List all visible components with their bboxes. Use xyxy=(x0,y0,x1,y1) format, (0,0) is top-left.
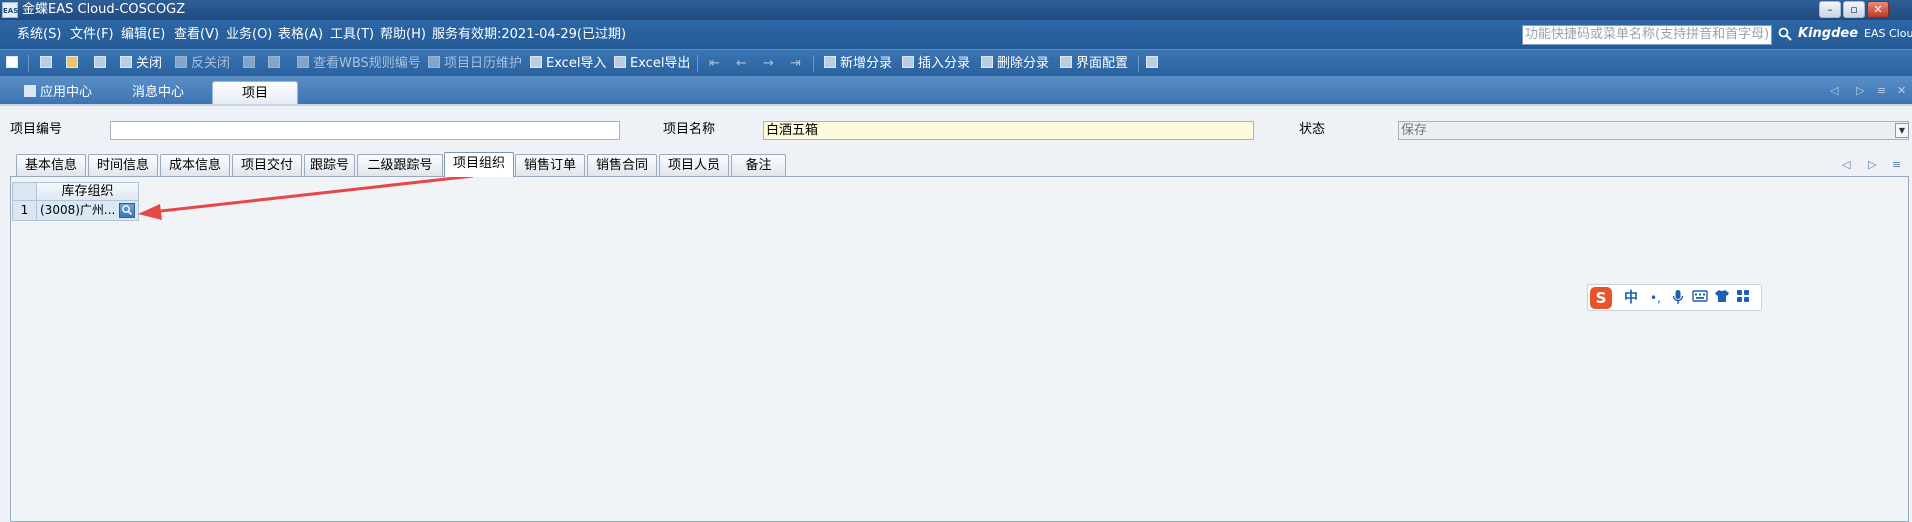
status-dropdown-button[interactable]: ▼ xyxy=(1895,123,1909,138)
tab-project[interactable]: 项目 xyxy=(212,81,298,104)
ime-punctuation-toggle[interactable]: •, xyxy=(1650,289,1661,307)
project-calendar-button[interactable]: 项目日历维护 xyxy=(428,55,522,72)
workspace-tabs: 应用中心 消息中心 项目 xyxy=(0,76,1912,106)
toolbar-separator xyxy=(1138,55,1139,72)
quick-search-input[interactable]: 功能快捷码或菜单名称(支持拼音和首字母) xyxy=(1522,25,1772,45)
subtab-cost-info[interactable]: 成本信息 xyxy=(160,154,230,176)
subtab-sales-order[interactable]: 销售订单 xyxy=(515,154,585,176)
status-label: 状态 xyxy=(1299,122,1326,137)
maximize-button[interactable]: ▫ xyxy=(1843,1,1865,18)
tab-close-icon[interactable]: ✕ xyxy=(1897,84,1906,97)
new-icon[interactable] xyxy=(6,55,22,72)
brand-name: Kingdee xyxy=(1798,26,1859,41)
excel-export-button[interactable]: Excel导出 xyxy=(614,55,690,72)
ime-mode-toggle[interactable]: 中 xyxy=(1624,289,1638,307)
open-icon[interactable] xyxy=(66,55,82,72)
subtab-project-personnel[interactable]: 项目人员 xyxy=(659,154,729,176)
prev-record-icon[interactable]: ← xyxy=(736,55,747,72)
project-name-label: 项目名称 xyxy=(663,122,716,137)
app-icon: EAS xyxy=(2,2,18,18)
window-title: 金蝶EAS Cloud-COSCOGZ xyxy=(22,2,186,17)
copy-icon[interactable] xyxy=(94,55,110,72)
subtab-project-delivery[interactable]: 项目交付 xyxy=(232,154,302,176)
subtab-tracking-number[interactable]: 跟踪号 xyxy=(304,154,355,176)
inventory-org-column-header[interactable]: 库存组织 xyxy=(37,182,139,201)
menu-table[interactable]: 表格(A) xyxy=(278,26,323,43)
project-organization-panel xyxy=(10,176,1909,522)
microphone-icon[interactable] xyxy=(1672,289,1684,310)
first-record-icon[interactable]: ⇤ xyxy=(709,55,720,72)
project-code-label: 项目编号 xyxy=(10,122,63,137)
toolbar-separator xyxy=(813,55,814,72)
search-icon[interactable] xyxy=(1778,27,1794,43)
menu-view[interactable]: 查看(V) xyxy=(174,26,219,43)
subtab-list-icon[interactable]: ≡ xyxy=(1892,158,1901,171)
toolbar-separator xyxy=(697,55,698,72)
add-entry-button[interactable]: 新增分录 xyxy=(824,55,892,72)
subtab-basic-info[interactable]: 基本信息 xyxy=(16,154,86,176)
insert-entry-button[interactable]: 插入分录 xyxy=(902,55,970,72)
menu-help[interactable]: 帮助(H) xyxy=(380,26,426,43)
subtab-project-organization[interactable]: 项目组织 xyxy=(444,152,514,177)
subtab-remarks[interactable]: 备注 xyxy=(731,154,786,176)
close-record-button[interactable]: 关闭 xyxy=(120,55,162,72)
next-record-icon[interactable]: → xyxy=(763,55,774,72)
tab-scroll-left-icon[interactable]: ◁ xyxy=(1830,84,1838,97)
status-field: 保存 xyxy=(1398,121,1909,140)
exit-icon[interactable] xyxy=(1146,55,1162,72)
delete-entry-button[interactable]: 删除分录 xyxy=(981,55,1049,72)
tab-scroll-right-icon[interactable]: ▷ xyxy=(1856,84,1864,97)
toolbar-separator xyxy=(28,55,29,72)
refresh-icon[interactable] xyxy=(243,55,259,72)
close-window-button[interactable]: ✕ xyxy=(1867,1,1889,18)
view-wbs-button[interactable]: 查看WBS规则编号 xyxy=(297,55,421,72)
tab-list-icon[interactable]: ≡ xyxy=(1877,84,1886,97)
grid-corner xyxy=(12,182,37,201)
menu-system[interactable]: 系统(S) xyxy=(17,26,61,43)
subtab-scroll-right-icon[interactable]: ▷ xyxy=(1868,158,1876,171)
ime-toolbar[interactable]: S 中 •, xyxy=(1587,284,1762,311)
menu-edit[interactable]: 编辑(E) xyxy=(121,26,165,43)
toolbox-icon[interactable] xyxy=(1736,289,1750,308)
subtab-scroll-left-icon[interactable]: ◁ xyxy=(1842,158,1850,171)
subtab-secondary-tracking[interactable]: 二级跟踪号 xyxy=(357,154,443,176)
keyboard-icon[interactable] xyxy=(1692,289,1708,308)
excel-import-button[interactable]: Excel导入 xyxy=(530,55,606,72)
toolbar: 关闭 反关闭 查看WBS规则编号 项目日历维护 Excel导入 Excel导出 … xyxy=(0,49,1912,76)
ui-config-button[interactable]: 界面配置 xyxy=(1060,55,1128,72)
title-bar: EAS 金蝶EAS Cloud-COSCOGZ – ▫ ✕ xyxy=(0,0,1912,20)
minimize-button[interactable]: – xyxy=(1819,1,1841,18)
sogou-logo-icon: S xyxy=(1590,287,1612,309)
tab-message-center[interactable]: 消息中心 xyxy=(132,81,184,104)
menu-tools[interactable]: 工具(T) xyxy=(330,26,374,43)
print-icon[interactable] xyxy=(268,55,284,72)
subtab-time-info[interactable]: 时间信息 xyxy=(88,154,158,176)
lookup-icon[interactable] xyxy=(119,203,135,218)
subtab-sales-contract[interactable]: 销售合同 xyxy=(587,154,657,176)
menu-business[interactable]: 业务(O) xyxy=(226,26,272,43)
menu-file[interactable]: 文件(F) xyxy=(70,26,114,43)
skin-icon[interactable] xyxy=(1714,289,1730,308)
last-record-icon[interactable]: ⇥ xyxy=(790,55,801,72)
row-number: 1 xyxy=(12,201,37,221)
unclose-record-button[interactable]: 反关闭 xyxy=(175,55,230,72)
save-icon[interactable] xyxy=(40,55,56,72)
kingdee-logo: Kingdee EAS Clou xyxy=(1798,26,1912,41)
brand-product: EAS Clou xyxy=(1864,27,1912,40)
project-name-input[interactable]: 白酒五箱 xyxy=(763,121,1254,140)
service-expiry-status: 服务有效期:2021-04-29(已过期) xyxy=(432,27,627,42)
project-code-input[interactable] xyxy=(110,121,620,140)
tab-app-center[interactable]: 应用中心 xyxy=(24,81,92,104)
